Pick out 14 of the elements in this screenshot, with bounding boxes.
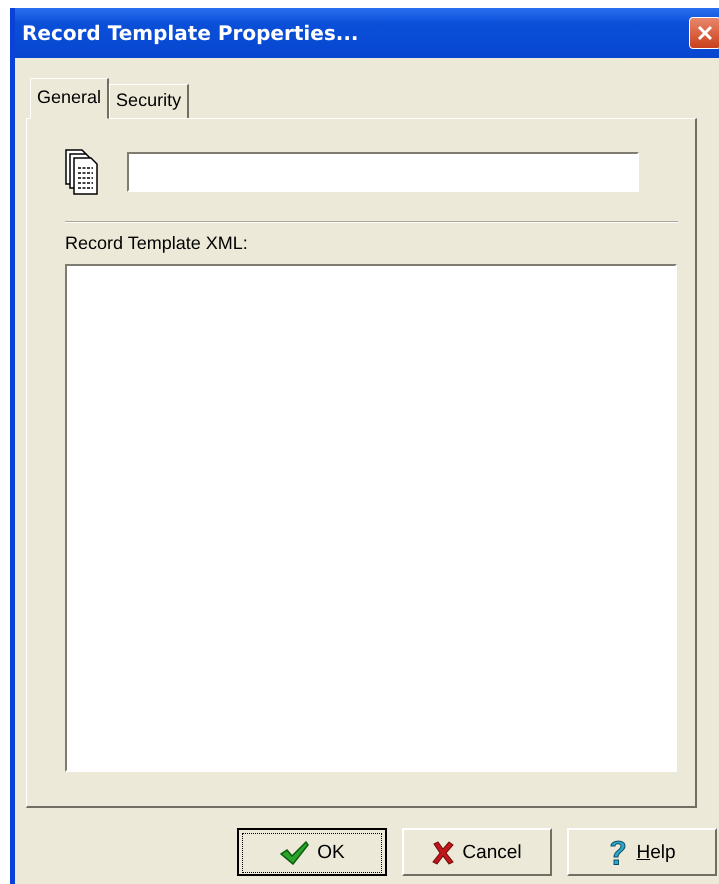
tab[interactable]: General bbox=[30, 78, 110, 119]
window-title: Record Template Properties... bbox=[22, 21, 359, 45]
xml-label: Record Template XML: bbox=[65, 233, 249, 254]
close-button[interactable] bbox=[689, 17, 719, 49]
x-mark-icon bbox=[432, 841, 454, 865]
ok-button[interactable]: OK bbox=[237, 828, 387, 876]
help-button[interactable]: Help bbox=[567, 828, 717, 876]
documents-icon bbox=[65, 149, 99, 195]
cancel-button[interactable]: Cancel bbox=[402, 828, 552, 876]
close-icon bbox=[695, 23, 715, 43]
name-field[interactable] bbox=[127, 152, 639, 192]
checkmark-icon bbox=[279, 840, 310, 866]
tab[interactable]: Security bbox=[109, 84, 190, 118]
question-mark-icon bbox=[608, 838, 628, 868]
